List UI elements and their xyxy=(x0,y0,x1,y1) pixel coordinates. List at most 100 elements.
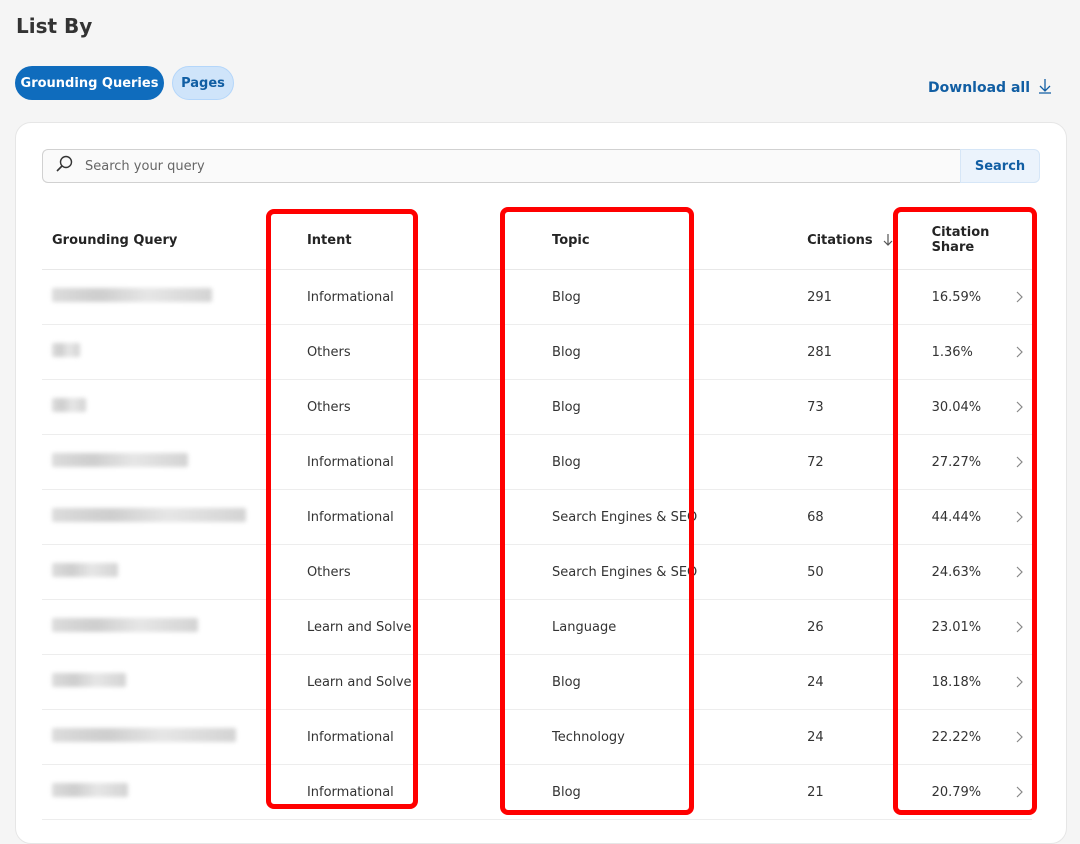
grounding-query-cell[interactable] xyxy=(42,324,281,380)
intent-cell: Others xyxy=(280,544,553,600)
grounding-queries-toggle[interactable]: Grounding Queries xyxy=(15,66,164,100)
citation-share-cell[interactable]: 30.04% xyxy=(931,379,1032,435)
table-row[interactable]: Informational Blog 291 16.59% xyxy=(42,269,1032,325)
grounding-query-cell[interactable] xyxy=(42,709,281,765)
citation-share-value: 30.04% xyxy=(931,399,982,415)
topic-cell: Blog xyxy=(552,269,808,325)
topic-label: Language xyxy=(552,619,617,635)
column-header-grounding-query[interactable]: Grounding Query xyxy=(42,211,281,270)
intent-cell: Learn and Solve xyxy=(280,599,553,655)
chevron-right-icon[interactable] xyxy=(1014,290,1024,304)
topic-label: Search Engines & SEO xyxy=(552,564,698,580)
citation-share-value: 18.18% xyxy=(931,674,982,690)
redacted-query xyxy=(52,563,118,577)
download-icon xyxy=(1038,78,1052,98)
grounding-query-cell[interactable] xyxy=(42,379,281,435)
search-button[interactable]: Search xyxy=(960,149,1040,183)
citations-header-label: Citations xyxy=(807,232,873,248)
citation-share-cell[interactable]: 1.36% xyxy=(931,324,1032,380)
search-input[interactable] xyxy=(83,157,960,175)
citations-cell: 291 xyxy=(807,269,932,325)
citation-share-value: 16.59% xyxy=(931,289,982,305)
redacted-query xyxy=(52,783,128,797)
grounding-query-cell[interactable] xyxy=(42,599,281,655)
topic-label: Blog xyxy=(552,344,581,360)
table-row[interactable]: Learn and Solve Blog 24 18.18% xyxy=(42,654,1032,710)
table-row[interactable]: Informational Blog 21 20.79% xyxy=(42,764,1032,820)
topic-cell: Search Engines & SEO xyxy=(552,544,808,600)
redacted-query xyxy=(52,288,212,302)
topic-label: Technology xyxy=(552,729,625,745)
citations-cell: 281 xyxy=(807,324,932,380)
topic-cell: Blog xyxy=(552,379,808,435)
intent-cell: Informational xyxy=(280,434,553,490)
redacted-query xyxy=(52,343,80,357)
citations-cell: 24 xyxy=(807,654,932,710)
citation-share-cell[interactable]: 16.59% xyxy=(931,269,1032,325)
chevron-right-icon[interactable] xyxy=(1014,785,1024,799)
topic-cell: Technology xyxy=(552,709,808,765)
table-row[interactable]: Informational Technology 24 22.22% xyxy=(42,709,1032,765)
table-row[interactable]: Informational Search Engines & SEO 68 44.44… xyxy=(42,489,1032,545)
table-row[interactable]: Informational Blog 72 27.27% xyxy=(42,434,1032,490)
citation-share-cell[interactable]: 24.63% xyxy=(931,544,1032,600)
grounding-query-cell[interactable] xyxy=(42,434,281,490)
grounding-query-cell[interactable] xyxy=(42,654,281,710)
intent-cell: Informational xyxy=(280,709,553,765)
topic-cell: Language xyxy=(552,599,808,655)
grounding-query-cell[interactable] xyxy=(42,489,281,545)
citation-share-cell[interactable]: 18.18% xyxy=(931,654,1032,710)
intent-cell: Informational xyxy=(280,489,553,545)
citations-cell: 68 xyxy=(807,489,932,545)
topic-label: Blog xyxy=(552,289,581,305)
table-row[interactable]: Others Blog 281 1.36% xyxy=(42,324,1032,380)
table-header-row: Grounding Query Intent Topic Citations C… xyxy=(42,211,1032,270)
citation-share-cell[interactable]: 20.79% xyxy=(931,764,1032,820)
redacted-query xyxy=(52,618,198,632)
pages-toggle[interactable]: Pages xyxy=(172,66,234,100)
queries-card: Search Grounding Query Intent Topic Cita… xyxy=(15,122,1067,844)
grounding-query-cell[interactable] xyxy=(42,544,281,600)
chevron-right-icon[interactable] xyxy=(1014,400,1024,414)
citation-share-cell[interactable]: 44.44% xyxy=(931,489,1032,545)
chevron-right-icon[interactable] xyxy=(1014,730,1024,744)
chevron-right-icon[interactable] xyxy=(1014,510,1024,524)
citation-share-cell[interactable]: 27.27% xyxy=(931,434,1032,490)
topic-label: Blog xyxy=(552,784,581,800)
chevron-right-icon[interactable] xyxy=(1014,620,1024,634)
citation-share-value: 1.36% xyxy=(931,344,973,360)
redacted-query xyxy=(52,673,126,687)
citation-share-value: 20.79% xyxy=(931,784,982,800)
table-row[interactable]: Learn and Solve Language 26 23.01% xyxy=(42,599,1032,655)
intent-cell: Learn and Solve xyxy=(280,654,553,710)
column-header-topic[interactable]: Topic xyxy=(552,211,808,270)
citation-share-cell[interactable]: 22.22% xyxy=(931,709,1032,765)
grounding-query-cell[interactable] xyxy=(42,764,281,820)
table-row[interactable]: Others Search Engines & SEO 50 24.63% xyxy=(42,544,1032,600)
intent-cell: Informational xyxy=(280,764,553,820)
topic-label: Blog xyxy=(552,399,581,415)
chevron-right-icon[interactable] xyxy=(1014,345,1024,359)
topic-label: Blog xyxy=(552,674,581,690)
topic-cell: Search Engines & SEO xyxy=(552,489,808,545)
download-all-button[interactable]: Download all xyxy=(928,78,1052,98)
column-header-citations[interactable]: Citations xyxy=(807,211,932,270)
citation-share-value: 23.01% xyxy=(931,619,982,635)
chevron-right-icon[interactable] xyxy=(1014,565,1024,579)
table-body: Informational Blog 291 16.59% Others Blog 281 1… xyxy=(42,269,1032,820)
page-title: List By xyxy=(16,14,93,38)
grounding-query-cell[interactable] xyxy=(42,269,281,325)
chevron-right-icon[interactable] xyxy=(1014,455,1024,469)
topic-header-label: Topic xyxy=(552,232,590,248)
citation-share-cell[interactable]: 23.01% xyxy=(931,599,1032,655)
column-header-citation-share[interactable]: Citation Share xyxy=(931,211,1032,270)
table-row[interactable]: Others Blog 73 30.04% xyxy=(42,379,1032,435)
column-header-intent[interactable]: Intent xyxy=(280,211,553,270)
redacted-query xyxy=(52,508,246,522)
citations-cell: 21 xyxy=(807,764,932,820)
intent-cell: Others xyxy=(280,324,553,380)
search-icon xyxy=(43,155,83,177)
chevron-right-icon[interactable] xyxy=(1014,675,1024,689)
citation-share-value: 44.44% xyxy=(931,509,982,525)
topic-label: Search Engines & SEO xyxy=(552,509,698,525)
